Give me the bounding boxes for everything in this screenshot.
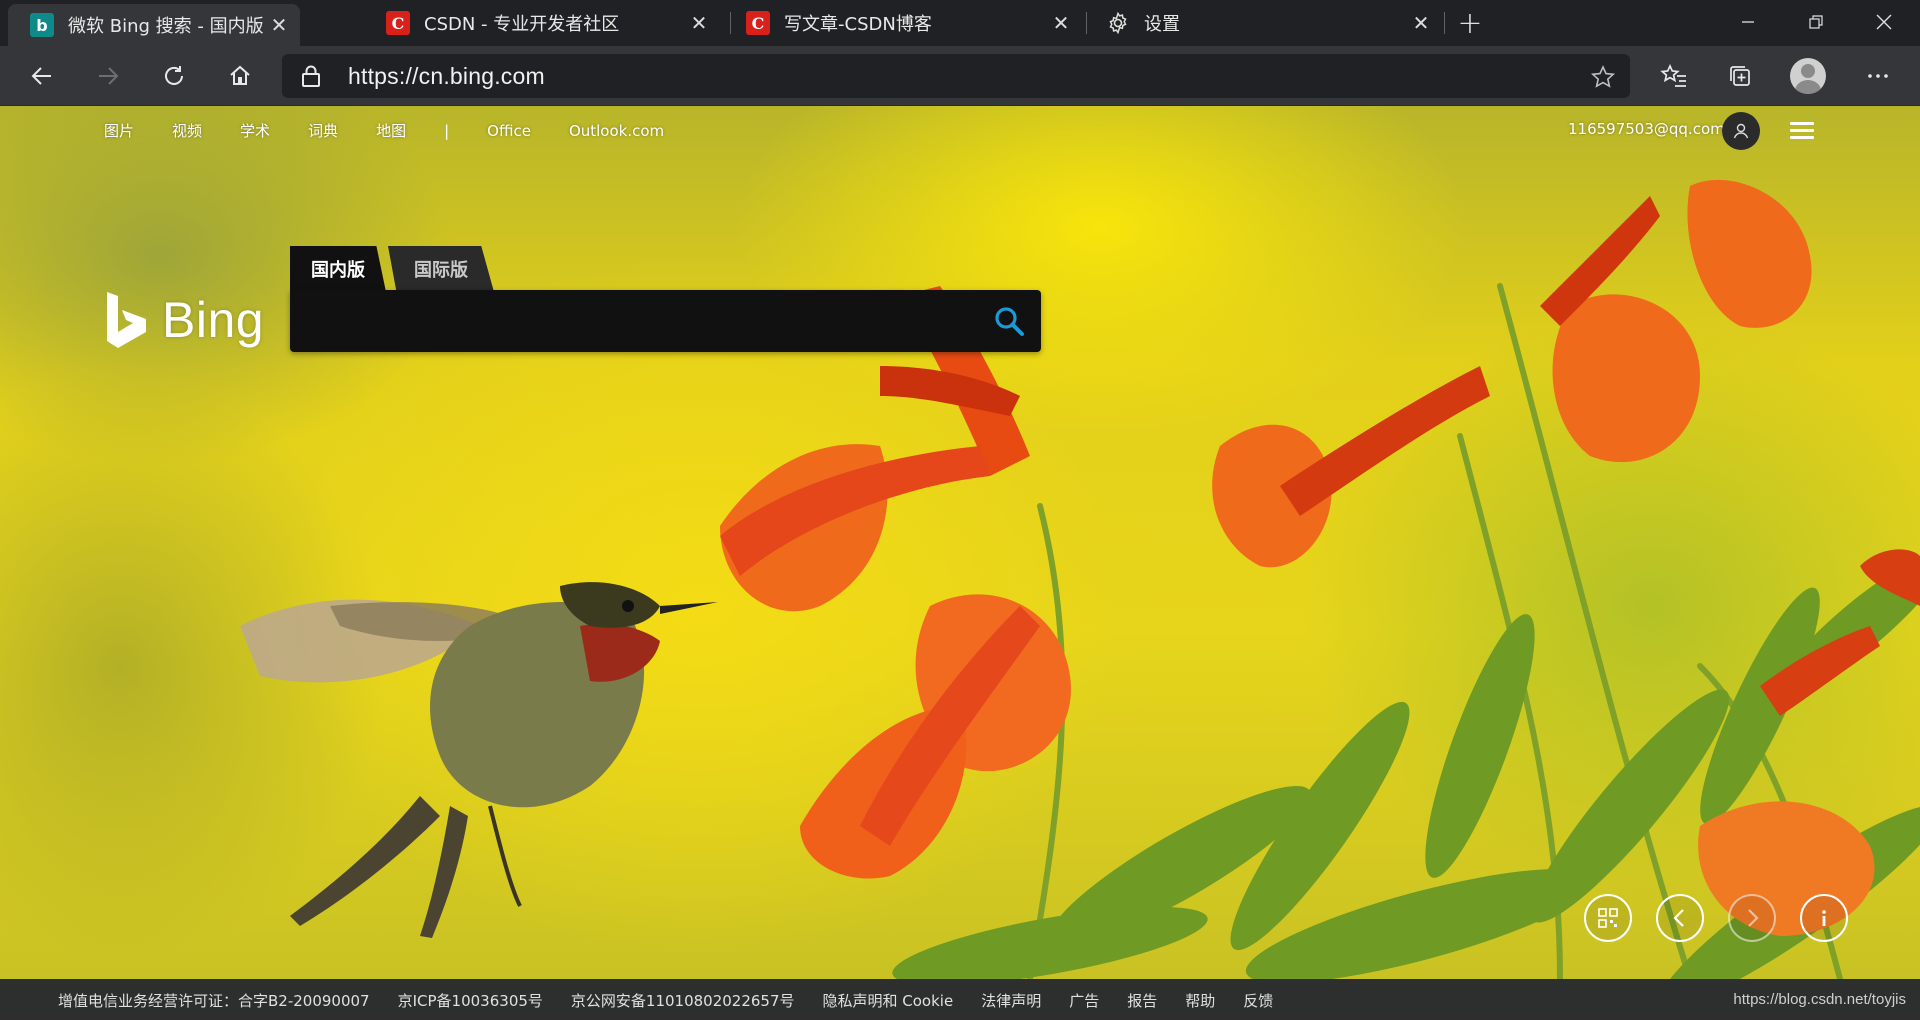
minimize-button[interactable] — [1712, 0, 1784, 44]
restore-icon — [1809, 15, 1823, 29]
gear-icon — [1106, 11, 1130, 35]
tab-settings[interactable]: 设置 ✕ — [1084, 0, 1442, 46]
nav-outlook[interactable]: Outlook.com — [569, 122, 664, 140]
minimize-icon — [1742, 21, 1754, 23]
menu-icon[interactable] — [1790, 122, 1814, 140]
lock-icon[interactable] — [300, 64, 322, 92]
arrow-right-icon — [99, 67, 119, 85]
account-email[interactable]: 116597503@qq.com — [1568, 120, 1725, 138]
favorites-icon — [1660, 63, 1686, 87]
chevron-left-icon — [1673, 909, 1684, 927]
footer-link-legal[interactable]: 法律声明 — [981, 990, 1041, 1011]
tab-strip: b 微软 Bing 搜索 - 国内版 ✕ C CSDN - 专业开发者社区 ✕ … — [0, 0, 1920, 46]
nav-divider: | — [444, 121, 450, 140]
scope-tab-domestic[interactable]: 国内版 — [290, 246, 386, 292]
favorites-button[interactable] — [1654, 56, 1694, 96]
forward-button[interactable] — [88, 56, 128, 96]
qr-code-icon — [1598, 908, 1618, 928]
footer-link-ads[interactable]: 广告 — [1069, 990, 1099, 1011]
page-footer: 增值电信业务经营许可证：合字B2-20090007 京ICP备10036305号… — [0, 979, 1920, 1020]
footer-link-license[interactable]: 增值电信业务经营许可证：合字B2-20090007 — [58, 990, 370, 1011]
restore-button[interactable] — [1780, 0, 1852, 44]
close-icon[interactable]: ✕ — [1046, 8, 1076, 38]
footer-link-report[interactable]: 报告 — [1127, 990, 1157, 1011]
background-image — [240, 179, 1920, 979]
footer-link-feedback[interactable]: 反馈 — [1243, 990, 1273, 1011]
bing-logo-icon — [107, 292, 146, 348]
nav-images[interactable]: 图片 — [104, 120, 134, 141]
nav-office[interactable]: Office — [487, 122, 531, 140]
collections-button[interactable] — [1720, 56, 1760, 96]
top-nav: 图片 视频 学术 词典 地图 | Office Outlook.com — [104, 120, 702, 141]
close-icon[interactable]: ✕ — [1406, 8, 1436, 38]
bing-logo-text: Bing — [162, 292, 265, 348]
close-icon — [1876, 14, 1892, 30]
watermark-text: https://blog.csdn.net/toyjis — [1733, 991, 1906, 1008]
footer-link-icp[interactable]: 京ICP备10036305号 — [398, 990, 543, 1011]
footer-link-privacy[interactable]: 隐私声明和 Cookie — [823, 990, 954, 1011]
nav-dictionary[interactable]: 词典 — [308, 120, 338, 141]
home-icon — [230, 65, 250, 85]
tab-title: 写文章-CSDN博客 — [784, 14, 932, 35]
refresh-button[interactable] — [154, 56, 194, 96]
close-window-button[interactable] — [1848, 0, 1920, 44]
info-icon — [1822, 910, 1826, 926]
footer-link-police[interactable]: 京公网安备11010802022657号 — [571, 990, 795, 1011]
star-icon[interactable] — [1590, 64, 1616, 94]
nav-academic[interactable]: 学术 — [240, 120, 270, 141]
previous-image-button[interactable] — [1656, 894, 1704, 942]
tab-bing[interactable]: b 微软 Bing 搜索 - 国内版 ✕ — [8, 4, 300, 46]
qr-code-button[interactable] — [1584, 894, 1632, 942]
browser-toolbar: https://cn.bing.com — [0, 46, 1920, 106]
search-box — [290, 290, 1041, 352]
bing-homepage: 图片 视频 学术 词典 地图 | Office Outlook.com 1165… — [0, 106, 1920, 979]
back-button[interactable] — [22, 56, 62, 96]
more-button[interactable] — [1858, 56, 1898, 96]
image-info-button[interactable] — [1800, 894, 1848, 942]
scope-tab-international[interactable]: 国际版 — [388, 246, 494, 292]
tab-separator — [1444, 12, 1445, 34]
arrow-left-icon — [31, 67, 51, 85]
footer-link-help[interactable]: 帮助 — [1185, 990, 1215, 1011]
search-input[interactable] — [306, 302, 986, 340]
bing-icon: b — [30, 13, 54, 37]
chevron-right-icon — [1748, 909, 1759, 927]
refresh-icon — [165, 66, 183, 85]
footer-links: 增值电信业务经营许可证：合字B2-20090007 京ICP备10036305号… — [58, 990, 1301, 1011]
new-tab-button[interactable]: + — [1452, 6, 1488, 41]
close-icon[interactable]: ✕ — [684, 8, 714, 38]
nav-videos[interactable]: 视频 — [172, 120, 202, 141]
next-image-button[interactable] — [1728, 894, 1776, 942]
ellipsis-icon — [1868, 74, 1888, 78]
url-text[interactable]: https://cn.bing.com — [348, 63, 545, 90]
tab-title: 设置 — [1144, 14, 1180, 35]
tab-csdn[interactable]: C CSDN - 专业开发者社区 ✕ — [364, 0, 720, 46]
address-bar[interactable]: https://cn.bing.com — [282, 54, 1630, 98]
profile-avatar[interactable] — [1790, 58, 1826, 94]
tab-write-article[interactable]: C 写文章-CSDN博客 ✕ — [724, 0, 1082, 46]
tab-title: 微软 Bing 搜索 - 国内版 — [68, 16, 264, 37]
home-button[interactable] — [220, 56, 260, 96]
bing-logo[interactable]: Bing — [104, 290, 264, 350]
tab-title: CSDN - 专业开发者社区 — [424, 14, 620, 35]
search-icon[interactable] — [991, 304, 1027, 340]
csdn-icon: C — [746, 11, 770, 35]
collections-icon — [1730, 66, 1750, 86]
close-icon[interactable]: ✕ — [264, 10, 294, 40]
nav-maps[interactable]: 地图 — [376, 120, 406, 141]
csdn-icon: C — [386, 11, 410, 35]
user-icon[interactable] — [1722, 112, 1760, 150]
